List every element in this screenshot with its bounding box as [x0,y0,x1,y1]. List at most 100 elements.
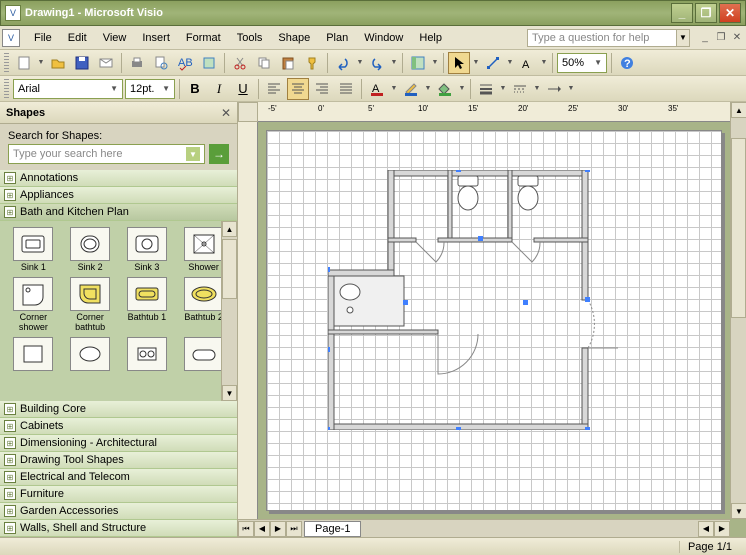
shape-more-2[interactable] [63,337,118,371]
prev-page-button[interactable]: ◀ [254,521,270,537]
menu-file[interactable]: File [26,30,60,46]
connector-dropdown[interactable]: ▼ [506,59,514,66]
page-tab-1[interactable]: Page-1 [304,521,361,537]
doc-close-button[interactable]: ✕ [730,31,744,45]
help-button[interactable]: ? [616,52,638,74]
paste-button[interactable] [277,52,299,74]
scroll-right-button[interactable]: ▶ [714,521,730,537]
stencil-building-core[interactable]: ⊞Building Core [0,401,237,418]
align-left-button[interactable] [263,78,285,100]
menu-plan[interactable]: Plan [318,30,356,46]
menu-shape[interactable]: Shape [270,30,318,46]
stencil-cabinets[interactable]: ⊞Cabinets [0,418,237,435]
shapes-search-go-button[interactable]: → [209,144,229,164]
minimize-button[interactable]: _ [671,3,693,23]
first-page-button[interactable]: ⏮ [238,521,254,537]
pointer-dropdown[interactable]: ▼ [472,59,480,66]
bold-button[interactable]: B [184,78,206,100]
zoom-combo[interactable]: 50%▼ [557,53,607,73]
floor-plan-drawing[interactable] [328,170,618,430]
line-pattern-button[interactable] [509,78,531,100]
shape-sink-2[interactable]: Sink 2 [63,227,118,273]
help-dropdown[interactable]: ▼ [676,29,690,47]
menu-help[interactable]: Help [411,30,450,46]
shape-corner-shower[interactable]: Corner shower [6,277,61,333]
maximize-button[interactable]: ❐ [695,3,717,23]
stencil-bath-kitchen[interactable]: ⊞Bath and Kitchen Plan [0,204,237,221]
stencil-appliances[interactable]: ⊞Appliances [0,187,237,204]
scroll-up-button[interactable]: ▲ [222,221,237,237]
pointer-tool-button[interactable] [448,52,470,74]
scroll-down-button[interactable]: ▼ [222,385,237,401]
stencil-garden[interactable]: ⊞Garden Accessories [0,503,237,520]
text-dropdown[interactable]: ▼ [540,59,548,66]
toolbar-grip[interactable] [4,53,9,73]
stencil-furniture[interactable]: ⊞Furniture [0,486,237,503]
stencil-electrical[interactable]: ⊞Electrical and Telecom [0,469,237,486]
copy-button[interactable] [253,52,275,74]
ruler-corner[interactable] [238,102,258,122]
new-dropdown[interactable]: ▼ [37,59,45,66]
align-center-button[interactable] [287,78,309,100]
print-button[interactable] [126,52,148,74]
doc-restore-button[interactable]: ❐ [714,31,728,45]
underline-button[interactable]: U [232,78,254,100]
drawing-canvas[interactable] [258,122,730,519]
vertical-scrollbar[interactable]: ▲ ▼ [730,102,746,519]
line-weight-dropdown[interactable]: ▼ [499,85,507,92]
stencil-walls[interactable]: ⊞Walls, Shell and Structure [0,520,237,537]
line-pattern-dropdown[interactable]: ▼ [533,85,541,92]
scroll-thumb[interactable] [731,138,746,318]
last-page-button[interactable]: ⏭ [286,521,302,537]
horizontal-ruler[interactable]: -5' 0' 5' 10' 15' 20' 25' 30' 35' [258,102,730,122]
save-button[interactable] [71,52,93,74]
italic-button[interactable]: I [208,78,230,100]
scroll-up-button[interactable]: ▲ [731,102,746,118]
shape-corner-bathtub[interactable]: Corner bathtub [63,277,118,333]
font-size-combo[interactable]: 12pt.▼ [125,79,175,99]
toolbar-grip[interactable] [4,79,9,99]
research-button[interactable] [198,52,220,74]
doc-minimize-button[interactable]: _ [698,31,712,45]
new-button[interactable] [13,52,35,74]
scroll-thumb[interactable] [222,239,237,299]
scroll-left-button[interactable]: ◀ [698,521,714,537]
menu-window[interactable]: Window [356,30,411,46]
menu-tools[interactable]: Tools [229,30,271,46]
align-justify-button[interactable] [335,78,357,100]
menu-edit[interactable]: Edit [60,30,95,46]
fill-color-dropdown[interactable]: ▼ [458,85,466,92]
line-weight-button[interactable] [475,78,497,100]
text-tool-button[interactable]: A [516,52,538,74]
shapes-close-button[interactable]: ✕ [221,106,231,120]
redo-button[interactable] [366,52,388,74]
close-button[interactable]: ✕ [719,3,741,23]
shape-more-1[interactable] [6,337,61,371]
stencil-annotations[interactable]: ⊞Annotations [0,170,237,187]
line-ends-button[interactable] [543,78,565,100]
menu-view[interactable]: View [95,30,135,46]
menu-format[interactable]: Format [178,30,229,46]
stencil-drawing-tool[interactable]: ⊞Drawing Tool Shapes [0,452,237,469]
redo-dropdown[interactable]: ▼ [390,59,398,66]
shapes-search-input[interactable]: Type your search here▼ [8,144,205,164]
open-button[interactable] [47,52,69,74]
scroll-down-button[interactable]: ▼ [731,503,746,519]
connector-tool-button[interactable] [482,52,504,74]
stencil-dimensioning[interactable]: ⊞Dimensioning - Architectural [0,435,237,452]
doc-icon[interactable]: V [2,29,20,47]
spelling-button[interactable]: ABC [174,52,196,74]
fill-color-button[interactable] [434,78,456,100]
vertical-ruler[interactable] [238,122,258,519]
line-color-dropdown[interactable]: ▼ [424,85,432,92]
font-combo[interactable]: Arial▼ [13,79,123,99]
font-color-button[interactable]: A [366,78,388,100]
shape-sink-1[interactable]: Sink 1 [6,227,61,273]
help-search-input[interactable]: Type a question for help [527,29,677,47]
font-color-dropdown[interactable]: ▼ [390,85,398,92]
line-color-button[interactable] [400,78,422,100]
shape-sink-3[interactable]: Sink 3 [120,227,175,273]
line-ends-dropdown[interactable]: ▼ [567,85,575,92]
align-right-button[interactable] [311,78,333,100]
format-painter-button[interactable] [301,52,323,74]
